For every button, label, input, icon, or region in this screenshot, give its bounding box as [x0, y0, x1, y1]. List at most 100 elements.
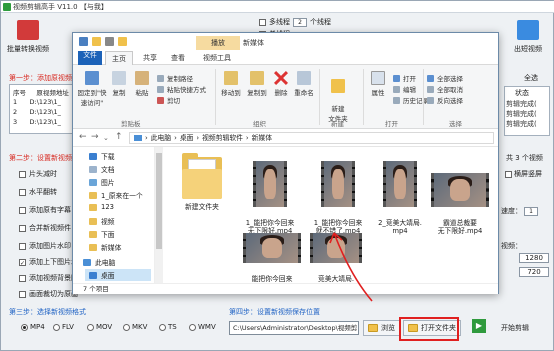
- up-arrow-icon[interactable]: ↑: [115, 132, 123, 142]
- nav-scrollbar[interactable]: [155, 147, 163, 283]
- browse-button[interactable]: 浏览: [363, 320, 400, 336]
- nav-item-desktop[interactable]: 桌面: [85, 269, 151, 281]
- landscape-option[interactable]: 横屏竖屏: [505, 169, 542, 179]
- radio-button[interactable]: [87, 323, 94, 331]
- option-top-bottom-watermark[interactable]: 添加上下图片水: [19, 257, 78, 267]
- multithread-checkbox[interactable]: [259, 18, 266, 26]
- forward-arrow-icon[interactable]: →: [91, 132, 99, 142]
- table-row[interactable]: 1 D:\123\1_: [13, 98, 61, 106]
- checkbox[interactable]: [19, 206, 26, 214]
- move-to-button[interactable]: 移动到: [219, 71, 243, 97]
- tab-video-tools[interactable]: 视频工具: [195, 51, 239, 65]
- radio-button[interactable]: [159, 323, 166, 331]
- scrollbar-thumb[interactable]: [156, 153, 162, 249]
- nav-item-documents[interactable]: 文档: [89, 164, 115, 174]
- dropdown-icon[interactable]: [105, 37, 114, 46]
- format-mp4[interactable]: MP4: [21, 323, 45, 331]
- checkbox[interactable]: [19, 274, 26, 282]
- tab-home[interactable]: 主页: [105, 51, 133, 65]
- option-bg-image[interactable]: 添加视频背景图: [19, 273, 78, 283]
- nav-item-folder[interactable]: 123: [89, 203, 114, 211]
- nav-label: 视频: [101, 218, 115, 226]
- start-edit-button[interactable]: 开始剪辑: [501, 323, 529, 333]
- format-flv[interactable]: FLV: [53, 323, 74, 331]
- multithread-option[interactable]: 多线程 2 个线程: [259, 17, 331, 27]
- properties-icon[interactable]: [79, 37, 88, 46]
- video-list-grid[interactable]: 序号 原视频地址 1 D:\123\1_ 2 D:\123\1_ 3 D:\12…: [9, 84, 77, 134]
- option-crop[interactable]: 画面裁切为原画: [19, 289, 78, 299]
- nav-item-this-pc[interactable]: 此电脑: [83, 257, 115, 267]
- speed-option[interactable]: 速度： 1: [501, 206, 538, 216]
- breadcrumb-item[interactable]: 视频剪辑软件: [202, 133, 243, 143]
- option-image-watermark[interactable]: 添加图片水印: [19, 241, 71, 251]
- nav-item-folder[interactable]: 1_原来在一个: [89, 190, 143, 200]
- radio-button[interactable]: [21, 323, 28, 331]
- radio-button[interactable]: [53, 323, 60, 331]
- play-tab[interactable]: 播放: [196, 36, 240, 50]
- paste-shortcut-button[interactable]: 粘贴快捷方式: [157, 84, 206, 94]
- breadcrumb-item[interactable]: 桌面: [180, 133, 194, 143]
- speed-input[interactable]: 1: [524, 206, 538, 216]
- chevron-down-icon[interactable]: ⌄: [103, 134, 109, 142]
- delete-button[interactable]: 删除: [271, 71, 291, 97]
- format-mov[interactable]: MOV: [87, 323, 112, 331]
- nav-item-folder[interactable]: 视频: [89, 216, 115, 226]
- checkbox[interactable]: [19, 242, 26, 250]
- cut-button[interactable]: 剪切: [157, 95, 180, 105]
- tab-view[interactable]: 查看: [165, 51, 191, 65]
- nav-item-downloads[interactable]: 下载: [89, 151, 115, 161]
- back-arrow-icon[interactable]: ←: [79, 132, 87, 142]
- edit-button[interactable]: 编辑: [393, 84, 416, 94]
- format-mkv[interactable]: MKV: [123, 323, 147, 331]
- checkbox[interactable]: [19, 290, 26, 298]
- open-button[interactable]: 打开: [393, 73, 416, 83]
- step4-label: 第四步：设置新视频保存位置: [229, 308, 320, 316]
- rename-button[interactable]: 重命名: [293, 71, 315, 97]
- pin-quick-access-button[interactable]: 固定到"快速访问": [77, 71, 107, 107]
- option-hflip[interactable]: 水平翻转: [19, 187, 57, 197]
- file-item-folder[interactable]: 新建文件夹: [169, 153, 235, 211]
- copy-path-button[interactable]: 复制路径: [157, 73, 193, 83]
- tab-share[interactable]: 共享: [137, 51, 163, 65]
- option-subtitle[interactable]: 添加原有字幕: [19, 205, 71, 215]
- address-bar[interactable]: › 此电脑 › 桌面 › 视频剪辑软件 › 新媒体: [129, 132, 494, 144]
- select-all-button[interactable]: 全部选择: [427, 73, 463, 83]
- nav-item-folder[interactable]: 下面: [89, 229, 115, 239]
- paste-button[interactable]: 粘贴: [131, 71, 153, 97]
- breadcrumb-item[interactable]: 此电脑: [151, 133, 171, 143]
- invert-selection-button[interactable]: 反向选择: [427, 95, 463, 105]
- table-row[interactable]: 3 D:\123\1_: [13, 118, 61, 126]
- nav-label: 桌面: [101, 272, 115, 280]
- radio-button[interactable]: [123, 323, 130, 331]
- checkbox[interactable]: [19, 188, 26, 196]
- table-row[interactable]: 2 D:\123\1_: [13, 108, 61, 116]
- threads-spinner[interactable]: 2: [293, 17, 307, 27]
- format-ts[interactable]: TS: [159, 323, 177, 331]
- width-input[interactable]: 1280: [519, 253, 549, 263]
- checkbox[interactable]: [19, 258, 26, 266]
- properties-button[interactable]: 属性: [367, 71, 389, 97]
- file-item-video[interactable]: 霸道总裁要 无下限好.mp4: [427, 157, 493, 243]
- select-all-link[interactable]: 全选: [524, 73, 538, 83]
- select-none-button[interactable]: 全部取消: [427, 84, 463, 94]
- col-no: 序号: [13, 89, 26, 97]
- short-video-button[interactable]: 出短视频: [501, 16, 554, 64]
- move-to-label: 移动到: [221, 89, 241, 97]
- checkbox[interactable]: [505, 170, 512, 178]
- option-merge[interactable]: 合并新视频件: [19, 223, 71, 233]
- format-wmv[interactable]: WMV: [189, 323, 216, 331]
- nav-item-pictures[interactable]: 图片: [89, 177, 115, 187]
- breadcrumb-item[interactable]: 新媒体: [252, 133, 272, 143]
- save-path-input[interactable]: C:\Users\Administrator\Desktop\视频剪: [229, 321, 359, 335]
- radio-button[interactable]: [189, 323, 196, 331]
- height-input[interactable]: 720: [519, 267, 549, 277]
- nav-item-folder[interactable]: 新媒体: [89, 242, 121, 252]
- batch-convert-button[interactable]: 批量转换视频: [5, 16, 51, 64]
- new-folder-icon[interactable]: [92, 37, 101, 46]
- option-intro-trim[interactable]: 片头减时: [19, 169, 57, 179]
- tab-file[interactable]: 文件: [78, 51, 102, 65]
- checkbox[interactable]: [19, 170, 26, 178]
- checkbox[interactable]: [19, 224, 26, 232]
- copy-button[interactable]: 复制: [109, 71, 129, 97]
- copy-to-button[interactable]: 复制到: [245, 71, 269, 97]
